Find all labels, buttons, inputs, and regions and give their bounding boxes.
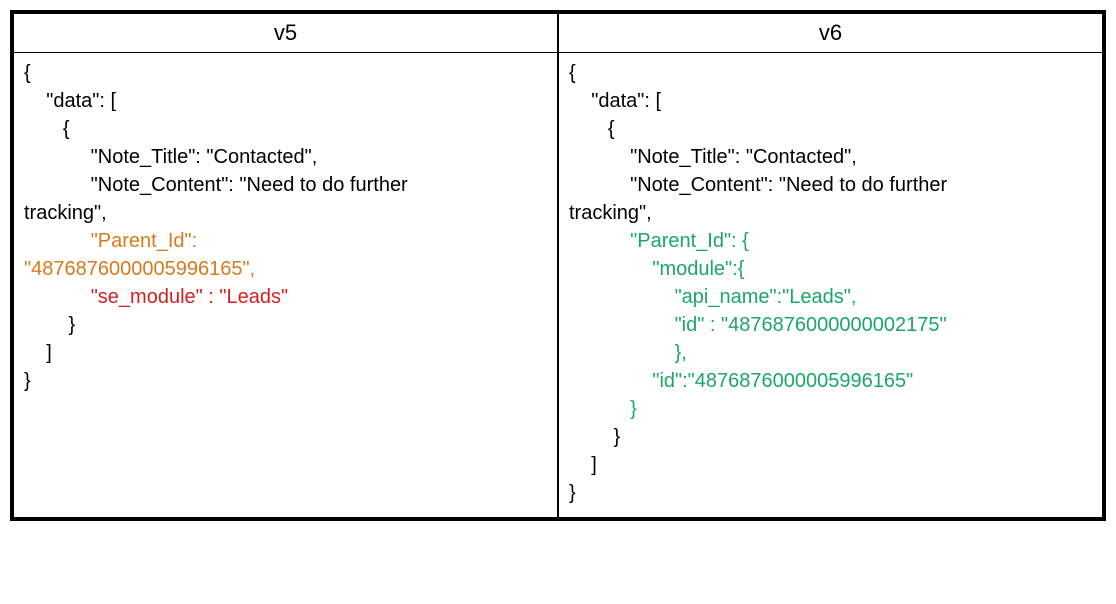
code-indent	[569, 314, 675, 336]
code-parent-id-key: "Parent_Id":	[91, 230, 197, 252]
code-module-close: },	[675, 342, 687, 364]
code-indent	[24, 230, 91, 252]
body-row: { "data": [ { "Note_Title": "Contacted",…	[13, 53, 1103, 518]
code-se-module: "se_module" : "Leads"	[91, 286, 288, 308]
header-row: v5 v6	[13, 13, 1103, 53]
code-line: }	[569, 426, 620, 448]
code-line: "Note_Title": "Contacted",	[569, 146, 857, 168]
code-line: "data": [	[24, 90, 116, 112]
code-line: tracking",	[24, 202, 107, 224]
code-api-name: "api_name":"Leads",	[675, 286, 857, 308]
code-line: ]	[24, 342, 52, 364]
v6-cell: { "data": [ { "Note_Title": "Contacted",…	[558, 53, 1103, 518]
header-v5: v5	[13, 13, 558, 53]
code-indent	[569, 370, 652, 392]
code-line: {	[569, 62, 576, 84]
code-module-id: "id" : "4876876000000002175"	[675, 314, 947, 336]
code-line: "data": [	[569, 90, 661, 112]
code-line: }	[569, 482, 576, 504]
header-v6: v6	[558, 13, 1103, 53]
code-parent-id-close: }	[630, 398, 637, 420]
code-indent	[569, 258, 652, 280]
code-outer-id: "id":"4876876000005996165"	[652, 370, 913, 392]
code-module-open: "module":{	[652, 258, 744, 280]
code-line: {	[24, 62, 31, 84]
code-line: "Note_Title": "Contacted",	[24, 146, 317, 168]
code-line: "Note_Content": "Need to do further	[569, 174, 947, 196]
code-line: "Note_Content": "Need to do further	[24, 174, 408, 196]
code-line: }	[24, 314, 75, 336]
code-indent	[569, 342, 675, 364]
v5-cell: { "data": [ { "Note_Title": "Contacted",…	[13, 53, 558, 518]
code-parent-id-open: "Parent_Id": {	[630, 230, 749, 252]
code-line: }	[24, 370, 31, 392]
code-indent	[569, 230, 630, 252]
code-line: {	[569, 118, 615, 140]
comparison-table: v5 v6 { "data": [ { "Note_Title": "Conta…	[10, 10, 1106, 521]
code-indent	[569, 286, 675, 308]
code-line: tracking",	[569, 202, 652, 224]
code-indent	[24, 286, 91, 308]
code-line: ]	[569, 454, 597, 476]
code-line: {	[24, 118, 70, 140]
code-indent	[569, 398, 630, 420]
code-parent-id-val: "4876876000005996165",	[24, 258, 255, 280]
